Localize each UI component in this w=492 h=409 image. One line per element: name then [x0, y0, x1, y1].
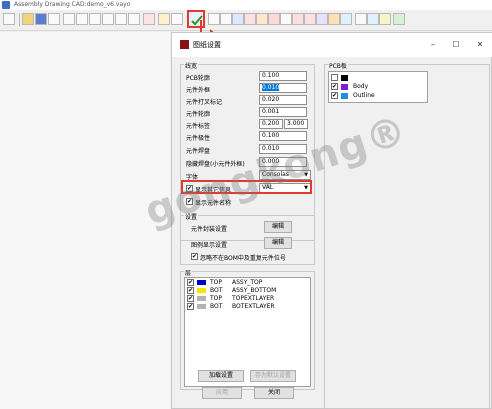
layer-name: BOTEXTLAYER — [232, 303, 275, 310]
layer-color-swatch — [197, 296, 206, 301]
main-toolbar — [0, 10, 492, 31]
layer-checkbox[interactable]: ✔ — [187, 303, 194, 310]
close-window-button[interactable]: ✕ — [474, 40, 486, 49]
layer-side: BOT — [210, 303, 223, 310]
drawing-canvas — [0, 32, 170, 409]
cross-mark-field[interactable]: 0.020 — [259, 95, 307, 105]
layer-checkbox[interactable]: ✔ — [187, 279, 194, 286]
group-label-layers: 层 — [184, 268, 193, 277]
group-label-pcb: PCB板 — [328, 61, 348, 70]
component-label-height-field[interactable]: 3.000 — [284, 119, 308, 129]
pcb-item-color-swatch — [341, 93, 348, 99]
package-settings-label: 元件封装设置 — [191, 226, 228, 233]
pcb-board-group: PCB板 ✔ Body ✔ Outline — [324, 61, 490, 409]
group-label-line-width: 线宽 — [184, 61, 199, 70]
layer-color-swatch — [197, 280, 206, 285]
dialog-app-icon — [180, 40, 189, 49]
text-tool-icon[interactable] — [292, 13, 304, 25]
open-folder-icon[interactable] — [22, 13, 34, 25]
pcb-item-color-swatch — [341, 84, 348, 90]
list-icon[interactable] — [158, 13, 170, 25]
layer-side: TOP — [210, 279, 223, 286]
settings-group: 设置 元件封装设置 编辑 图例显示设置 编辑 ✔ 忽略不在BOM中及重复元件位号 — [180, 212, 315, 265]
zoom-in-icon[interactable] — [76, 13, 88, 25]
row-label-polarity: 元件极性 — [186, 135, 211, 142]
component-outline-field[interactable]: 0.001 — [259, 107, 307, 117]
reset-icon[interactable] — [3, 13, 15, 25]
layer-side: BOT — [210, 287, 223, 294]
zoom-window-icon[interactable] — [102, 13, 114, 25]
selected-text: 0.010 — [262, 84, 280, 91]
maximize-button[interactable]: ☐ — [450, 40, 462, 49]
toolbar-separator — [19, 13, 20, 26]
pcb-item-checkbox[interactable]: ✔ — [331, 92, 338, 99]
layers-icon[interactable] — [143, 13, 155, 25]
pcb-item-color-swatch — [341, 75, 348, 81]
chart-icon[interactable] — [367, 13, 379, 25]
drawing-settings-dialog: 图纸设置 – ☐ ✕ 线宽 PCB轮廓 0.100 元件外框 0.010 元件打… — [171, 32, 492, 409]
legend-settings-label: 图例显示设置 — [191, 242, 228, 249]
pcb-item-checkbox[interactable]: ✔ — [331, 83, 338, 90]
row-label-pcb-outline: PCB轮廓 — [186, 75, 210, 82]
exit-icon[interactable] — [393, 13, 405, 25]
tool-icon-c[interactable] — [232, 13, 244, 25]
app-title-bar: Assembly Drawing CAD:demo_v6.vayo — [0, 0, 492, 10]
print-preview-icon[interactable] — [355, 13, 367, 25]
tool-icon-g[interactable] — [280, 13, 292, 25]
layer-name: ASSY_BOTTOM — [232, 287, 277, 294]
layer-name: TOPEXTLAYER — [232, 295, 275, 302]
load-settings-button[interactable]: 加载设置 — [198, 370, 244, 382]
refresh-icon[interactable] — [128, 13, 140, 25]
tool-icon-d[interactable] — [244, 13, 256, 25]
pcb-item-list: ✔ Body ✔ Outline — [328, 71, 428, 103]
print-icon[interactable] — [48, 13, 60, 25]
apply-button[interactable]: 应用 — [202, 387, 242, 399]
app-title: Assembly Drawing CAD:demo_v6.vayo — [14, 1, 131, 8]
row-label-cross-mark: 元件打叉标记 — [186, 99, 223, 106]
dialog-title-bar: 图纸设置 – ☐ ✕ — [172, 33, 492, 57]
save-icon[interactable] — [35, 13, 47, 25]
brush-icon[interactable] — [171, 13, 183, 25]
tool-icon-i[interactable] — [316, 13, 328, 25]
layer-color-swatch — [197, 304, 206, 309]
tool-icon-k[interactable] — [340, 13, 352, 25]
tool-icon-b[interactable] — [220, 13, 232, 25]
save-default-button[interactable]: 存为默认设置 — [250, 370, 296, 382]
layer-color-swatch — [197, 288, 206, 293]
edit-package-button[interactable]: 编辑 — [264, 221, 292, 233]
tool-icon-j[interactable] — [328, 13, 340, 25]
tool-icon-e[interactable] — [256, 13, 268, 25]
layer-checkbox[interactable]: ✔ — [187, 287, 194, 294]
pcb-item-name: Body — [353, 83, 369, 90]
ignore-bom-checkbox[interactable]: ✔ — [191, 253, 198, 260]
component-frame-field[interactable]: 0.010 — [259, 83, 307, 93]
component-label-width-field[interactable]: 0.200 — [259, 119, 283, 129]
zoom-out-icon[interactable] — [89, 13, 101, 25]
row-label-pad: 元件焊盘 — [186, 148, 211, 155]
zoom-fit-icon[interactable] — [63, 13, 75, 25]
dialog-title: 图纸设置 — [193, 41, 221, 49]
zoom-previous-icon[interactable] — [115, 13, 127, 25]
row-label-component-frame: 元件外框 — [186, 87, 211, 94]
export-icon[interactable] — [379, 13, 391, 25]
tool-icon-h[interactable] — [304, 13, 316, 25]
ignore-bom-label: 忽略不在BOM中及重复元件位号 — [200, 255, 286, 262]
minimize-button[interactable]: – — [427, 40, 439, 49]
pcb-outline-field[interactable]: 0.100 — [259, 71, 307, 81]
layer-name: ASSY_TOP — [232, 279, 263, 286]
edit-legend-button[interactable]: 编辑 — [264, 237, 292, 249]
layer-checkbox[interactable]: ✔ — [187, 295, 194, 302]
row-label-component-outline: 元件轮廓 — [186, 111, 211, 118]
tool-icon-f[interactable] — [268, 13, 280, 25]
pcb-item-name: Outline — [353, 92, 375, 99]
close-button[interactable]: 关闭 — [254, 387, 294, 399]
layer-side: TOP — [210, 295, 223, 302]
pcb-item-checkbox[interactable] — [331, 74, 338, 81]
row-label-component-label: 元件标签 — [186, 123, 211, 130]
app-icon — [2, 1, 10, 9]
